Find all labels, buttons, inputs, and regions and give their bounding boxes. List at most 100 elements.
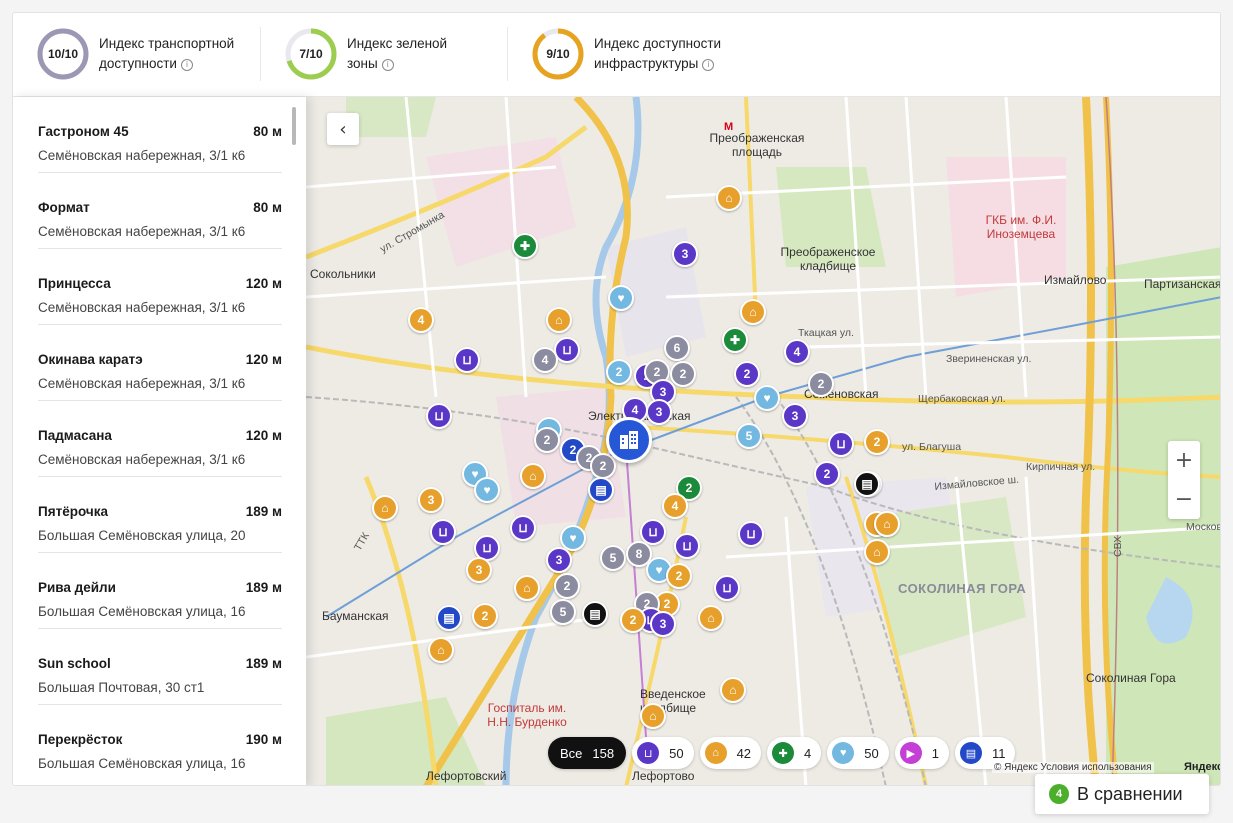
education-cluster-marker[interactable]: 4 [662,493,688,519]
district-card: 10/10 Индекс транспортной доступности i 7… [12,12,1221,786]
cluster-marker[interactable]: 2 [670,361,696,387]
zoom-in-button[interactable]: + [1168,441,1200,480]
shop-marker[interactable]: ⊔ [426,403,452,429]
medical-marker[interactable]: ✚ [722,327,748,353]
shop-cluster-marker[interactable]: 3 [672,241,698,267]
shop-cluster-marker[interactable]: 2 [734,361,760,387]
place-name: Падмасана [38,428,112,443]
cluster-marker[interactable]: 5 [550,599,576,625]
list-item[interactable]: Sun school 189 м Большая Почтовая, 30 ст1 [38,629,282,705]
label-partizanskaya: Партизанская [1144,277,1221,291]
green-index-ring: 7/10 [285,28,337,80]
shop-marker[interactable]: ⊔ [674,533,700,559]
education-marker[interactable]: ⌂ [428,637,454,663]
sport-marker[interactable]: ♥ [474,477,500,503]
filter-entertainment[interactable]: ▶ 1 [894,737,949,769]
label-tkatskaya: Ткацкая ул. [798,327,854,339]
education-marker[interactable]: ⌂ [520,463,546,489]
cluster-marker[interactable]: 2 [590,453,616,479]
shop-marker[interactable]: ⊔ [510,515,536,541]
education-cluster-marker[interactable]: 2 [864,429,890,455]
shop-cluster-marker[interactable]: 3 [650,611,676,637]
cluster-marker[interactable]: 4 [532,347,558,373]
shop-cluster-marker[interactable]: 3 [646,399,672,425]
zoom-out-button[interactable]: − [1168,480,1200,519]
shop-marker[interactable]: ⊔ [714,575,740,601]
shop-marker[interactable]: ⊔ [828,431,854,457]
places-list[interactable]: Гастроном 45 80 м Семёновская набережная, … [13,97,306,785]
bank-marker[interactable]: ▤ [854,471,880,497]
filter-education[interactable]: ⌂ 42 [699,737,762,769]
education-marker[interactable]: ⌂ [720,677,746,703]
back-button[interactable]: ‹ [327,113,359,145]
medical-icon: ✚ [772,742,795,764]
bank-marker[interactable]: ▤ [582,601,608,627]
shop-marker[interactable]: ⊔ [454,347,480,373]
scrollbar[interactable] [292,107,296,145]
list-item[interactable]: Гастроном 45 80 м Семёновская набережная, … [38,97,282,173]
transport-index-score: 10/10 [47,47,79,61]
yandex-logo: Яндекс [1184,761,1221,773]
label-moskov: Москов [1186,521,1221,533]
place-address: Семёновская набережная, 3/1 к6 [38,224,246,239]
education-marker[interactable]: ⌂ [546,307,572,333]
sport-marker[interactable]: ♥ [754,385,780,411]
place-address: Большая Семёновская улица, 16 [38,604,246,619]
education-marker[interactable]: ⌂ [514,575,540,601]
education-marker[interactable]: ⌂ [698,605,724,631]
sport-cluster-marker[interactable]: 5 [736,423,762,449]
list-item[interactable]: Окинава каратэ 120 м Семёновская набережна… [38,325,282,401]
cluster-marker[interactable]: 2 [808,371,834,397]
map-copyright[interactable]: © Яндекс Условия использования [992,762,1154,773]
shop-cluster-marker[interactable]: 4 [784,339,810,365]
shop-cluster-marker[interactable]: 3 [782,403,808,429]
info-icon[interactable]: i [702,59,715,71]
building-icon [620,431,638,449]
shop-cluster-marker[interactable]: 2 [814,461,840,487]
education-marker[interactable]: ⌂ [874,511,900,537]
education-marker[interactable]: ⌂ [640,703,666,729]
shop-cluster-marker[interactable]: 3 [546,547,572,573]
sport-cluster-marker[interactable]: 2 [606,359,632,385]
bank-marker[interactable]: ▤ [588,477,614,503]
education-marker[interactable]: ⌂ [864,539,890,565]
list-item[interactable]: Перекрёсток 190 м Большая Семёновская улиц… [38,705,282,781]
indices-header: 10/10 Индекс транспортной доступности i 7… [13,13,1220,97]
education-cluster-marker[interactable]: 4 [408,307,434,333]
cluster-marker[interactable]: 2 [554,573,580,599]
education-cluster-marker[interactable]: 2 [472,603,498,629]
education-cluster-marker[interactable]: 3 [418,487,444,513]
label-svh: СВХ [1112,535,1124,557]
sport-marker[interactable]: ♥ [608,285,634,311]
filter-shops[interactable]: ⊔ 50 [632,737,694,769]
filter-medical[interactable]: ✚ 4 [767,737,822,769]
education-marker[interactable]: ⌂ [740,299,766,325]
home-building-pin[interactable] [606,417,652,463]
education-cluster-marker[interactable]: 3 [466,557,492,583]
label-shcherbakovskaya: Щербаковская ул. [918,393,1006,405]
list-item[interactable]: Падмасана 120 м Семёновская набережная, 3/… [38,401,282,477]
list-item[interactable]: Принцесса 120 м Семёновская набережная, 3/… [38,249,282,325]
cluster-marker[interactable]: 2 [534,427,560,453]
education-cluster-marker[interactable]: 2 [620,607,646,633]
education-marker[interactable]: ⌂ [716,185,742,211]
map[interactable]: М Преображенская площадь Преображенское … [306,97,1221,785]
shop-marker[interactable]: ⊔ [738,521,764,547]
list-item[interactable]: Формат 80 м Семёновская набережная, 3/1 к6 [38,173,282,249]
education-cluster-marker[interactable]: 2 [666,563,692,589]
info-icon[interactable]: i [180,59,193,71]
list-item[interactable]: Рива дейли 189 м Большая Семёновская улица… [38,553,282,629]
compare-button[interactable]: 4 В сравнении [1035,774,1209,814]
info-icon[interactable]: i [381,59,394,71]
filter-sport[interactable]: ♥ 50 [827,737,889,769]
cluster-marker[interactable]: 5 [600,545,626,571]
education-marker[interactable]: ⌂ [372,495,398,521]
map-base [306,97,1220,785]
medical-marker[interactable]: ✚ [512,233,538,259]
bank-marker[interactable]: ▤ [436,605,462,631]
filter-all[interactable]: Все 158 [548,737,627,769]
shop-marker[interactable]: ⊔ [430,519,456,545]
list-item[interactable]: Пятёрочка 189 м Большая Семёновская улица,… [38,477,282,553]
compare-label: В сравнении [1077,783,1183,804]
cluster-marker[interactable]: 6 [664,335,690,361]
